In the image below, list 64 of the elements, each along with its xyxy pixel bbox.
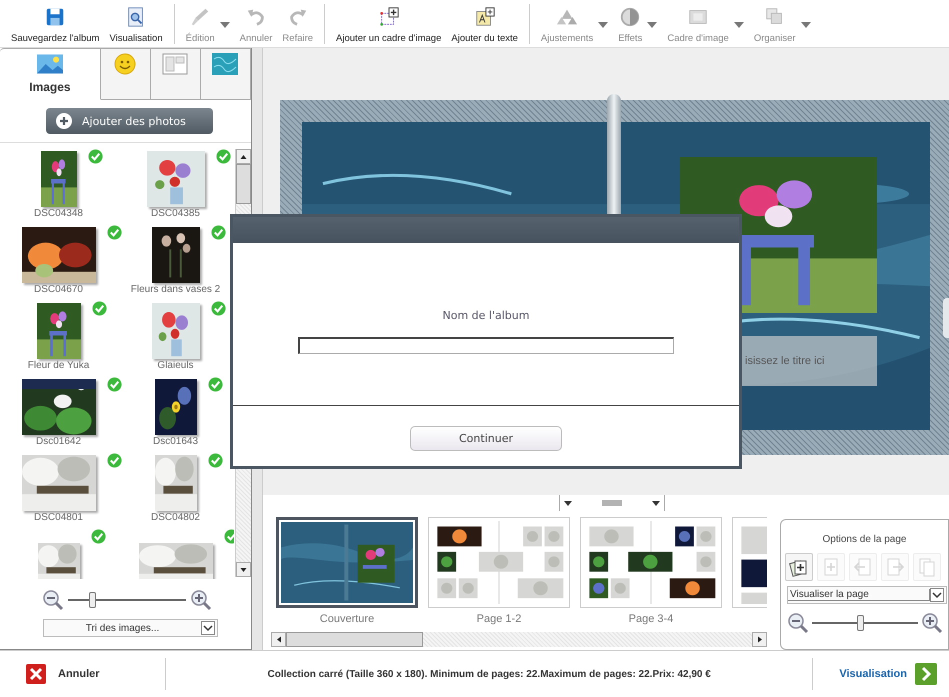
title-placeholder: isissez le titre ici [745, 355, 824, 367]
scroll-left-icon[interactable] [276, 636, 280, 643]
panel-title: Options de la page [822, 534, 906, 545]
toolbar-button[interactable]: Visualisation [106, 2, 166, 44]
page-option-button[interactable] [785, 553, 813, 581]
plus-icon [56, 113, 72, 129]
close-icon [26, 664, 46, 684]
sidebar-tab[interactable]: Images [0, 48, 101, 100]
status-text: Collection carré (Taille 360 x 180). Minimum de pages: 22.Maximum de pages: 22.Prix: 42,90 € [266, 668, 712, 680]
cancel-button[interactable]: Annuler [0, 664, 165, 684]
toolbar-button[interactable]: Ajouter un cadre d'image [333, 2, 444, 44]
text-add-icon [474, 6, 496, 28]
page-label: Page 1-2 [476, 613, 522, 625]
chevron-right-icon [915, 663, 937, 685]
texture-icon [212, 53, 238, 75]
zoom-in-icon[interactable] [921, 612, 943, 634]
caret-icon [564, 500, 572, 506]
photo-label: Dsc01642 [36, 436, 82, 447]
toolbar-button[interactable]: Ajouter du texte [448, 2, 521, 44]
grip-icon [602, 500, 622, 506]
scroll-thumb[interactable] [286, 632, 423, 647]
zoom-out-icon[interactable] [42, 589, 64, 611]
chevron-down-icon [201, 621, 215, 635]
toolbar-button[interactable]: Sauvegardez l'album [8, 2, 102, 44]
scroll-up-icon[interactable] [240, 154, 247, 158]
scroll-down-icon[interactable] [240, 568, 247, 572]
sidebar-tab[interactable] [150, 48, 201, 100]
move-left-icon [853, 557, 873, 577]
photo-label: DSC04670 [34, 284, 83, 295]
filmstrip-handle[interactable] [559, 495, 665, 511]
caret-icon [652, 500, 660, 506]
layout-icon [162, 53, 188, 75]
move-right-icon [885, 557, 905, 577]
photo-label: Dsc01643 [152, 436, 198, 447]
photo-label: DSC04385 [151, 208, 200, 219]
slider-thumb[interactable] [856, 615, 864, 631]
scrollbar[interactable] [271, 632, 767, 647]
scroll-right-icon[interactable] [758, 636, 762, 643]
view-dropdown[interactable]: Visualiser la page [787, 586, 947, 604]
frame-add-icon [378, 6, 400, 28]
slider-thumb[interactable] [88, 592, 96, 608]
photo-label: Glaieuls [157, 360, 194, 371]
continue-button[interactable]: Continuer [410, 426, 562, 451]
photo-label: DSC04802 [151, 512, 200, 523]
photo-label: DSC04348 [34, 208, 83, 219]
copy-page-icon [917, 557, 937, 577]
page-label: Page 3-4 [628, 613, 674, 625]
field-label: Nom de l'album [442, 309, 530, 322]
zoom-in-icon[interactable] [190, 589, 212, 611]
preview-button[interactable]: Visualisation [813, 663, 949, 685]
sort-dropdown[interactable]: Tri des images... [43, 619, 218, 637]
chevron-down-icon [930, 588, 944, 602]
zoom-out-icon[interactable] [787, 612, 809, 634]
photo-label: DSC04801 [34, 512, 83, 523]
photo-label: Fleur de Yuka [28, 360, 90, 371]
scroll-thumb[interactable] [236, 164, 251, 204]
landscape-icon [36, 53, 63, 75]
smiley-icon [112, 53, 138, 75]
sidebar-tab[interactable] [200, 48, 252, 100]
page-label: Couverture [320, 613, 374, 625]
album-name-field[interactable] [298, 337, 674, 354]
add-photos-button[interactable]: Ajouter des photos [46, 108, 213, 134]
photo-label: Fleurs dans vases 2 [130, 284, 220, 295]
circle-icon [619, 6, 642, 28]
